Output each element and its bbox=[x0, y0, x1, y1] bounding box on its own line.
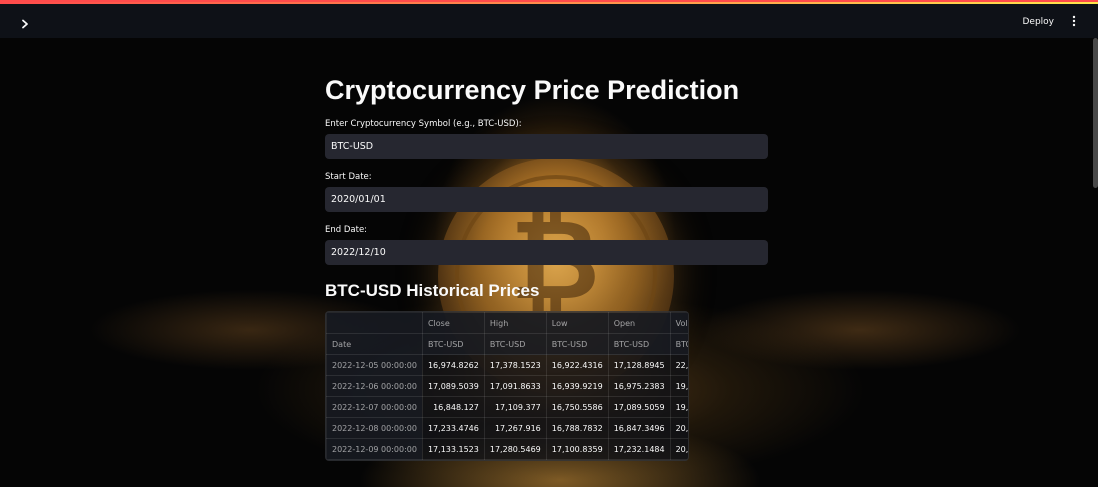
more-vert-icon[interactable] bbox=[1068, 14, 1080, 32]
row-date-cell: 2022-12-07 00:00:00 bbox=[326, 396, 423, 418]
row-date-cell: 2022-12-09 00:00:00 bbox=[326, 438, 423, 460]
table-ticker-row: Date BTC-USD BTC-USD BTC-USD BTC-USD BTC… bbox=[326, 333, 688, 355]
volume-cell: 20,328,426,366 bbox=[669, 438, 688, 460]
high-cell: 17,109.377 bbox=[483, 396, 547, 418]
table-header-row: Close High Low Open Volume bbox=[326, 312, 688, 334]
low-cell: 16,939.9219 bbox=[545, 375, 609, 397]
column-header[interactable]: Volume bbox=[669, 312, 688, 334]
ticker-header: BTC-USD bbox=[545, 333, 609, 355]
table-row: 2022-12-07 00:00:00 16,848.127 17,109.37… bbox=[326, 396, 688, 418]
column-header[interactable]: Low bbox=[545, 312, 609, 334]
close-cell: 17,233.4746 bbox=[421, 417, 485, 439]
start-date-label: Start Date: bbox=[325, 172, 372, 182]
close-cell: 17,089.5039 bbox=[421, 375, 485, 397]
low-cell: 16,788.7832 bbox=[545, 417, 609, 439]
ticker-header: BTC-USD bbox=[483, 333, 547, 355]
end-date-input[interactable] bbox=[325, 240, 768, 265]
historical-prices-table[interactable]: Close High Low Open Volume Date BTC-USD … bbox=[325, 311, 689, 461]
symbol-input[interactable] bbox=[325, 134, 768, 159]
open-cell: 16,847.3496 bbox=[607, 417, 671, 439]
historical-prices-header: BTC-USD Historical Prices bbox=[325, 281, 540, 300]
row-date-cell: 2022-12-05 00:00:00 bbox=[326, 354, 423, 376]
close-cell: 16,848.127 bbox=[421, 396, 485, 418]
open-cell: 17,089.5059 bbox=[607, 396, 671, 418]
page-scrollbar[interactable] bbox=[1093, 38, 1098, 188]
table-row: 2022-12-09 00:00:00 17,133.1523 17,280.5… bbox=[326, 438, 688, 460]
column-header[interactable]: High bbox=[483, 312, 547, 334]
index-corner-cell bbox=[326, 312, 423, 334]
column-header[interactable]: Close bbox=[421, 312, 485, 334]
app-header: Deploy bbox=[0, 0, 1098, 38]
deploy-button[interactable]: Deploy bbox=[1018, 14, 1058, 30]
row-date-cell: 2022-12-06 00:00:00 bbox=[326, 375, 423, 397]
more-vert-glyph bbox=[1072, 15, 1076, 27]
close-cell: 17,133.1523 bbox=[421, 438, 485, 460]
index-name-cell: Date bbox=[326, 333, 423, 355]
start-date-input[interactable] bbox=[325, 187, 768, 212]
close-cell: 16,974.8262 bbox=[421, 354, 485, 376]
high-cell: 17,267.916 bbox=[483, 417, 547, 439]
table-row: 2022-12-05 00:00:00 16,974.8262 17,378.1… bbox=[326, 354, 688, 376]
ticker-header: BTC-USD bbox=[669, 333, 688, 355]
low-cell: 17,100.8359 bbox=[545, 438, 609, 460]
high-cell: 17,091.8633 bbox=[483, 375, 547, 397]
chevron-right-glyph bbox=[22, 19, 28, 29]
page-title: Cryptocurrency Price Prediction bbox=[325, 75, 740, 105]
table-row: 2022-12-06 00:00:00 17,089.5039 17,091.8… bbox=[326, 375, 688, 397]
end-date-label: End Date: bbox=[325, 225, 368, 235]
volume-cell: 22,209,086,834 bbox=[669, 354, 688, 376]
app-page: ₿ Deploy Cryptocurrency Price Prediction… bbox=[0, 0, 1098, 487]
open-cell: 17,232.1484 bbox=[607, 438, 671, 460]
chevron-right-icon[interactable] bbox=[16, 16, 34, 34]
ticker-header: BTC-USD bbox=[607, 333, 671, 355]
high-cell: 17,378.1523 bbox=[483, 354, 547, 376]
low-cell: 16,750.5586 bbox=[545, 396, 609, 418]
volume-cell: 19,675,404,389 bbox=[669, 396, 688, 418]
low-cell: 16,922.4316 bbox=[545, 354, 609, 376]
open-cell: 17,128.8945 bbox=[607, 354, 671, 376]
open-cell: 16,975.2383 bbox=[607, 375, 671, 397]
symbol-field-label: Enter Cryptocurrency Symbol (e.g., BTC-U… bbox=[325, 119, 522, 129]
volume-cell: 20,496,603,770 bbox=[669, 417, 688, 439]
ticker-header: BTC-USD bbox=[421, 333, 485, 355]
header-decoration-stripe bbox=[0, 2, 1098, 4]
row-date-cell: 2022-12-08 00:00:00 bbox=[326, 417, 423, 439]
volume-cell: 19,889,922,369 bbox=[669, 375, 688, 397]
table-row: 2022-12-08 00:00:00 17,233.4746 17,267.9… bbox=[326, 417, 688, 439]
column-header[interactable]: Open bbox=[607, 312, 671, 334]
high-cell: 17,280.5469 bbox=[483, 438, 547, 460]
